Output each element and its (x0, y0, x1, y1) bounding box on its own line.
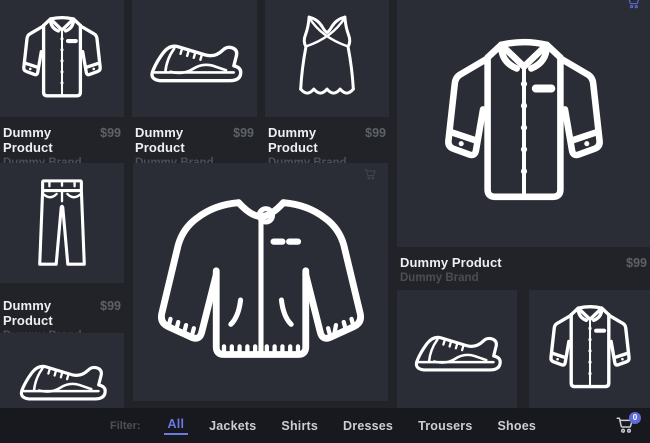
filter-option-dresses[interactable]: Dresses (339, 419, 397, 433)
product-name[interactable]: Dummy Product (135, 125, 233, 155)
product-tile[interactable] (0, 163, 124, 283)
sneaker-icon (409, 320, 505, 378)
product-caption: Dummy Product $99 Dummy Brand (265, 119, 389, 169)
sneaker-icon (14, 349, 110, 407)
product-name[interactable]: Dummy Product (268, 125, 365, 155)
shirt-icon (16, 13, 108, 105)
product-caption: Dummy Product $99 Dummy Brand (0, 119, 124, 169)
sneaker-icon (144, 28, 246, 89)
add-to-cart-icon[interactable] (626, 0, 641, 10)
product-name[interactable]: Dummy Product (3, 125, 100, 155)
product-tile[interactable] (397, 290, 517, 408)
shirt-icon (433, 33, 615, 215)
product-tile[interactable] (133, 163, 388, 401)
trousers-icon (31, 175, 93, 272)
product-name[interactable]: Dummy Product (3, 298, 100, 328)
product-price: $99 (100, 299, 121, 313)
filter-bar: Filter: All Jackets Shirts Dresses Trous… (0, 408, 650, 443)
product-price: $99 (233, 126, 254, 140)
product-tile[interactable] (265, 0, 389, 117)
filter-option-all[interactable]: All (164, 417, 189, 435)
filter-option-jackets[interactable]: Jackets (205, 419, 260, 433)
product-caption: Dummy Product $99 Dummy Brand (397, 249, 650, 284)
dress-icon (293, 12, 361, 106)
product-caption: Dummy Product $99 Dummy Brand (132, 119, 257, 169)
filter-option-shoes[interactable]: Shoes (494, 419, 541, 433)
product-price: $99 (100, 126, 121, 140)
product-tile[interactable] (529, 290, 650, 408)
product-price: $99 (626, 256, 647, 270)
filter-label: Filter: (110, 420, 141, 432)
cart-count-badge: 0 (629, 412, 641, 424)
filter-option-shirts[interactable]: Shirts (277, 419, 322, 433)
filter-option-trousers[interactable]: Trousers (414, 419, 476, 433)
cart-button[interactable]: 0 (616, 416, 636, 436)
product-grid-page: Dummy Product $99 Dummy Brand Dummy Prod… (0, 0, 650, 443)
add-to-cart-icon[interactable] (364, 168, 377, 181)
product-tile[interactable] (132, 0, 257, 117)
product-name[interactable]: Dummy Product (400, 255, 502, 270)
product-brand: Dummy Brand (400, 272, 647, 284)
product-price: $99 (365, 126, 386, 140)
shirt-icon (543, 302, 637, 396)
product-tile[interactable] (0, 0, 124, 117)
product-tile[interactable] (397, 0, 650, 247)
jacket-icon (152, 185, 370, 380)
